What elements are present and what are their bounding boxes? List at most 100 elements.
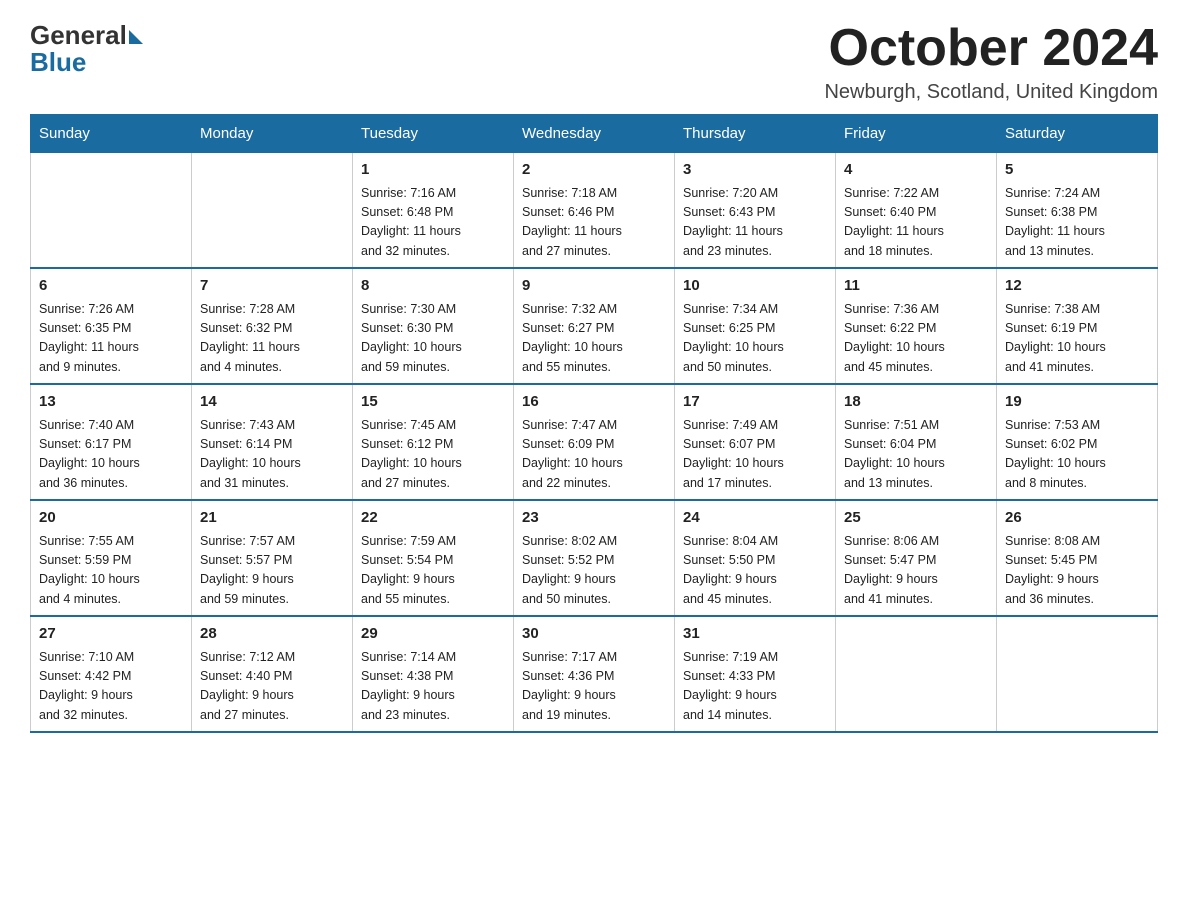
day-info: Sunrise: 7:57 AM Sunset: 5:57 PM Dayligh… [200, 532, 344, 610]
calendar-week-row: 6Sunrise: 7:26 AM Sunset: 6:35 PM Daylig… [31, 268, 1158, 384]
day-info: Sunrise: 7:22 AM Sunset: 6:40 PM Dayligh… [844, 184, 988, 262]
day-info: Sunrise: 7:45 AM Sunset: 6:12 PM Dayligh… [361, 416, 505, 494]
day-info: Sunrise: 7:10 AM Sunset: 4:42 PM Dayligh… [39, 648, 183, 726]
calendar-header-friday: Friday [836, 115, 997, 153]
calendar-week-row: 13Sunrise: 7:40 AM Sunset: 6:17 PM Dayli… [31, 384, 1158, 500]
day-info: Sunrise: 7:24 AM Sunset: 6:38 PM Dayligh… [1005, 184, 1149, 262]
header: General Blue October 2024 Newburgh, Scot… [30, 20, 1158, 104]
day-number: 27 [39, 623, 183, 646]
day-info: Sunrise: 7:38 AM Sunset: 6:19 PM Dayligh… [1005, 300, 1149, 378]
day-info: Sunrise: 7:49 AM Sunset: 6:07 PM Dayligh… [683, 416, 827, 494]
day-info: Sunrise: 8:04 AM Sunset: 5:50 PM Dayligh… [683, 532, 827, 610]
calendar-cell: 18Sunrise: 7:51 AM Sunset: 6:04 PM Dayli… [836, 384, 997, 500]
title-section: October 2024 Newburgh, Scotland, United … [824, 20, 1158, 104]
calendar-cell: 15Sunrise: 7:45 AM Sunset: 6:12 PM Dayli… [353, 384, 514, 500]
calendar-cell: 24Sunrise: 8:04 AM Sunset: 5:50 PM Dayli… [675, 500, 836, 616]
day-info: Sunrise: 7:20 AM Sunset: 6:43 PM Dayligh… [683, 184, 827, 262]
calendar-cell: 20Sunrise: 7:55 AM Sunset: 5:59 PM Dayli… [31, 500, 192, 616]
day-number: 22 [361, 507, 505, 530]
day-number: 26 [1005, 507, 1149, 530]
day-info: Sunrise: 7:18 AM Sunset: 6:46 PM Dayligh… [522, 184, 666, 262]
logo-arrow-icon [129, 30, 143, 44]
calendar-cell: 31Sunrise: 7:19 AM Sunset: 4:33 PM Dayli… [675, 616, 836, 732]
calendar-cell: 16Sunrise: 7:47 AM Sunset: 6:09 PM Dayli… [514, 384, 675, 500]
logo-blue-text: Blue [30, 47, 86, 78]
day-info: Sunrise: 7:32 AM Sunset: 6:27 PM Dayligh… [522, 300, 666, 378]
calendar: SundayMondayTuesdayWednesdayThursdayFrid… [30, 114, 1158, 733]
day-info: Sunrise: 7:51 AM Sunset: 6:04 PM Dayligh… [844, 416, 988, 494]
day-number: 25 [844, 507, 988, 530]
day-info: Sunrise: 8:02 AM Sunset: 5:52 PM Dayligh… [522, 532, 666, 610]
calendar-cell: 19Sunrise: 7:53 AM Sunset: 6:02 PM Dayli… [997, 384, 1158, 500]
day-number: 3 [683, 159, 827, 182]
day-number: 6 [39, 275, 183, 298]
day-number: 7 [200, 275, 344, 298]
day-info: Sunrise: 7:26 AM Sunset: 6:35 PM Dayligh… [39, 300, 183, 378]
calendar-cell: 27Sunrise: 7:10 AM Sunset: 4:42 PM Dayli… [31, 616, 192, 732]
calendar-header-monday: Monday [192, 115, 353, 153]
day-info: Sunrise: 7:28 AM Sunset: 6:32 PM Dayligh… [200, 300, 344, 378]
calendar-cell: 11Sunrise: 7:36 AM Sunset: 6:22 PM Dayli… [836, 268, 997, 384]
day-info: Sunrise: 7:36 AM Sunset: 6:22 PM Dayligh… [844, 300, 988, 378]
month-title: October 2024 [824, 20, 1158, 77]
day-info: Sunrise: 7:43 AM Sunset: 6:14 PM Dayligh… [200, 416, 344, 494]
calendar-header-tuesday: Tuesday [353, 115, 514, 153]
day-info: Sunrise: 7:47 AM Sunset: 6:09 PM Dayligh… [522, 416, 666, 494]
day-number: 2 [522, 159, 666, 182]
calendar-cell [192, 153, 353, 269]
day-number: 9 [522, 275, 666, 298]
calendar-cell: 17Sunrise: 7:49 AM Sunset: 6:07 PM Dayli… [675, 384, 836, 500]
calendar-header-thursday: Thursday [675, 115, 836, 153]
calendar-cell [836, 616, 997, 732]
day-number: 16 [522, 391, 666, 414]
calendar-cell: 21Sunrise: 7:57 AM Sunset: 5:57 PM Dayli… [192, 500, 353, 616]
day-number: 12 [1005, 275, 1149, 298]
calendar-cell: 5Sunrise: 7:24 AM Sunset: 6:38 PM Daylig… [997, 153, 1158, 269]
day-number: 14 [200, 391, 344, 414]
day-number: 11 [844, 275, 988, 298]
day-number: 19 [1005, 391, 1149, 414]
calendar-cell: 14Sunrise: 7:43 AM Sunset: 6:14 PM Dayli… [192, 384, 353, 500]
logo: General Blue [30, 20, 143, 78]
day-number: 13 [39, 391, 183, 414]
day-info: Sunrise: 7:12 AM Sunset: 4:40 PM Dayligh… [200, 648, 344, 726]
calendar-cell: 12Sunrise: 7:38 AM Sunset: 6:19 PM Dayli… [997, 268, 1158, 384]
calendar-cell: 25Sunrise: 8:06 AM Sunset: 5:47 PM Dayli… [836, 500, 997, 616]
day-number: 5 [1005, 159, 1149, 182]
calendar-cell: 28Sunrise: 7:12 AM Sunset: 4:40 PM Dayli… [192, 616, 353, 732]
calendar-cell: 2Sunrise: 7:18 AM Sunset: 6:46 PM Daylig… [514, 153, 675, 269]
day-info: Sunrise: 8:06 AM Sunset: 5:47 PM Dayligh… [844, 532, 988, 610]
calendar-cell: 8Sunrise: 7:30 AM Sunset: 6:30 PM Daylig… [353, 268, 514, 384]
day-number: 8 [361, 275, 505, 298]
calendar-cell: 7Sunrise: 7:28 AM Sunset: 6:32 PM Daylig… [192, 268, 353, 384]
calendar-week-row: 27Sunrise: 7:10 AM Sunset: 4:42 PM Dayli… [31, 616, 1158, 732]
calendar-cell: 9Sunrise: 7:32 AM Sunset: 6:27 PM Daylig… [514, 268, 675, 384]
day-info: Sunrise: 7:55 AM Sunset: 5:59 PM Dayligh… [39, 532, 183, 610]
calendar-cell: 26Sunrise: 8:08 AM Sunset: 5:45 PM Dayli… [997, 500, 1158, 616]
day-number: 23 [522, 507, 666, 530]
calendar-cell: 29Sunrise: 7:14 AM Sunset: 4:38 PM Dayli… [353, 616, 514, 732]
day-number: 20 [39, 507, 183, 530]
day-info: Sunrise: 7:34 AM Sunset: 6:25 PM Dayligh… [683, 300, 827, 378]
calendar-cell: 3Sunrise: 7:20 AM Sunset: 6:43 PM Daylig… [675, 153, 836, 269]
calendar-cell [997, 616, 1158, 732]
day-number: 4 [844, 159, 988, 182]
day-number: 21 [200, 507, 344, 530]
calendar-cell: 23Sunrise: 8:02 AM Sunset: 5:52 PM Dayli… [514, 500, 675, 616]
day-number: 18 [844, 391, 988, 414]
day-number: 10 [683, 275, 827, 298]
day-info: Sunrise: 7:14 AM Sunset: 4:38 PM Dayligh… [361, 648, 505, 726]
calendar-cell [31, 153, 192, 269]
day-info: Sunrise: 7:59 AM Sunset: 5:54 PM Dayligh… [361, 532, 505, 610]
calendar-cell: 22Sunrise: 7:59 AM Sunset: 5:54 PM Dayli… [353, 500, 514, 616]
day-number: 30 [522, 623, 666, 646]
calendar-cell: 6Sunrise: 7:26 AM Sunset: 6:35 PM Daylig… [31, 268, 192, 384]
day-number: 15 [361, 391, 505, 414]
day-info: Sunrise: 7:17 AM Sunset: 4:36 PM Dayligh… [522, 648, 666, 726]
day-number: 1 [361, 159, 505, 182]
location-title: Newburgh, Scotland, United Kingdom [824, 81, 1158, 104]
calendar-cell: 30Sunrise: 7:17 AM Sunset: 4:36 PM Dayli… [514, 616, 675, 732]
calendar-header-wednesday: Wednesday [514, 115, 675, 153]
day-info: Sunrise: 7:40 AM Sunset: 6:17 PM Dayligh… [39, 416, 183, 494]
day-info: Sunrise: 7:53 AM Sunset: 6:02 PM Dayligh… [1005, 416, 1149, 494]
